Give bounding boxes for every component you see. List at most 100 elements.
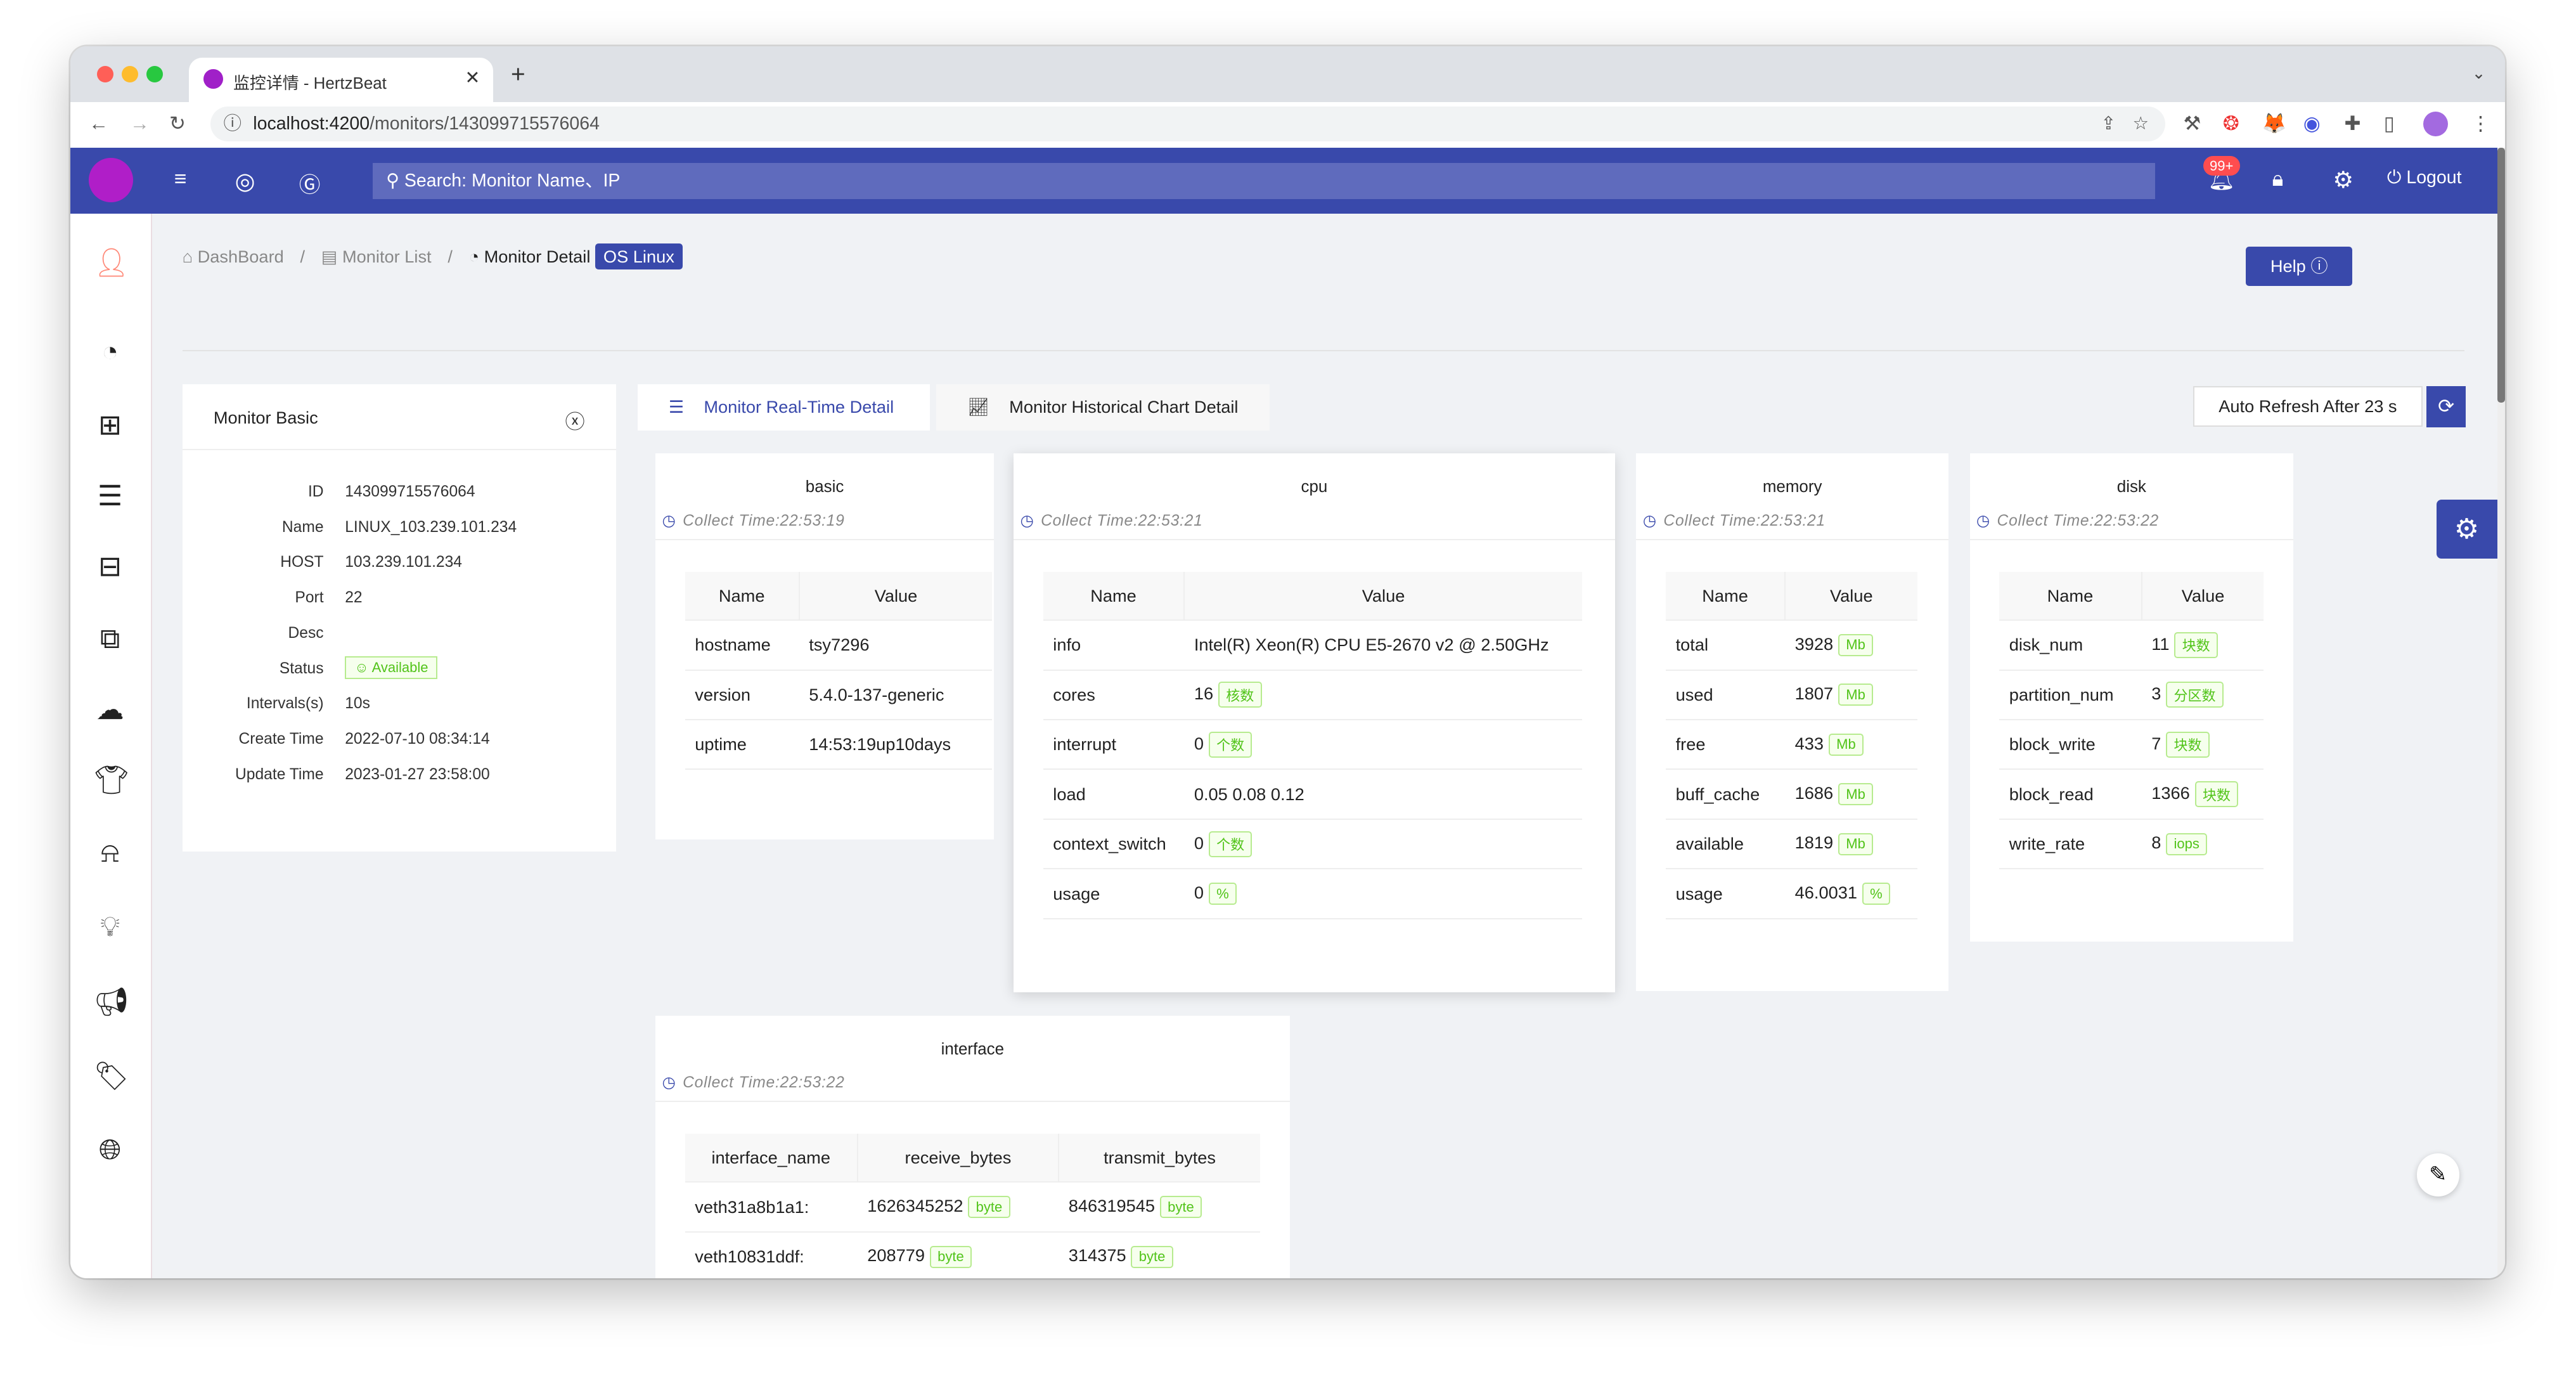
appstore-icon[interactable]: ⊞ <box>94 409 127 442</box>
metric-value: 846319545 <box>1068 1196 1155 1216</box>
column-header: Name <box>1666 571 1786 621</box>
forward-icon[interactable]: → <box>130 113 150 133</box>
menu-fold-icon[interactable]: ≡ <box>174 167 187 191</box>
user-avatar-icon[interactable]: 👤︎ <box>94 247 129 280</box>
metric-name: interrupt <box>1043 719 1185 770</box>
tab-real-time-detail[interactable]: ☰ Monitor Real-Time Detail <box>637 384 930 431</box>
logout-button[interactable]: ⏻ Logout <box>2387 167 2462 188</box>
hertzbeat-logo[interactable] <box>88 157 133 202</box>
reload-icon[interactable]: ↻ <box>169 113 186 133</box>
lock-icon[interactable]: 🔒︎ <box>2272 167 2283 191</box>
field-label: HOST <box>280 554 324 571</box>
extensions-puzzle-icon[interactable]: ✚ <box>2344 113 2360 133</box>
table-header-row: Name Value <box>1666 571 1917 621</box>
search-input[interactable]: ⚲ Search: Monitor Name、IP <box>373 162 2156 199</box>
column-header: Value <box>1784 571 1917 621</box>
metric-value-cell: Intel(R) Xeon(R) CPU E5-2670 v2 @ 2.50GH… <box>1184 620 1582 671</box>
column-header: Value <box>1183 571 1582 621</box>
theme-settings-button[interactable]: ⚙ <box>2436 499 2497 559</box>
tab-search-chevron-icon[interactable]: ⌄ <box>2472 64 2486 83</box>
breadcrumb: ⌂ DashBoard / ▤ Monitor List / ◔ Monitor… <box>183 243 683 269</box>
breadcrumb-dashboard[interactable]: ⌂ DashBoard <box>183 247 284 266</box>
cpu-metrics-card: cpu ◷ Collect Time:22:53:21 Name Value info In… <box>1014 453 1615 993</box>
bulb-icon[interactable]: 💡︎ <box>94 911 127 943</box>
settings-gear-icon[interactable]: ⚙ <box>2333 166 2354 193</box>
new-tab-button[interactable]: + <box>511 61 525 89</box>
breadcrumb-monitor-list[interactable]: ▤ Monitor List <box>321 247 432 266</box>
card-title: disk <box>2116 478 2146 496</box>
metric-value-cell: 0.05 0.08 0.12 <box>1184 769 1582 820</box>
profile-avatar[interactable] <box>2423 112 2448 137</box>
collect-time: ◷ Collect Time:22:53:21 <box>1643 511 1826 530</box>
close-circle-icon[interactable]: ⓧ <box>565 406 585 434</box>
close-window-button[interactable] <box>96 65 113 82</box>
collect-time: ◷ Collect Time:22:53:19 <box>662 511 844 530</box>
tab-historical-chart[interactable]: 📈︎ Monitor Historical Chart Detail <box>936 384 1270 431</box>
github-icon[interactable]: ◎ <box>235 167 255 195</box>
status-badge: ☺ Available <box>345 656 438 679</box>
field-row: Port 22 <box>183 586 616 612</box>
bookmark-star-icon[interactable]: ☆ <box>2133 107 2149 141</box>
table-row: disk_num 11 块数 <box>1999 620 2264 671</box>
cloud-icon[interactable]: ☁︎ <box>94 694 127 727</box>
maximize-window-button[interactable] <box>146 65 163 82</box>
field-label: ID <box>307 483 324 500</box>
collect-time-text: Collect Time:22:53:21 <box>1041 512 1203 530</box>
breadcrumb-separator: / <box>448 246 453 266</box>
minimize-window-button[interactable] <box>121 65 138 82</box>
field-row: Intervals(s) 10s <box>183 692 616 718</box>
unit-tag: 分区数 <box>2166 682 2224 708</box>
table-row: usage 0% <box>1043 869 1582 919</box>
dashboard-gauge-icon[interactable]: ◔ <box>94 335 127 368</box>
column-header: transmit_bytes <box>1058 1134 1260 1183</box>
extension-icon[interactable]: ❂ <box>2223 113 2239 133</box>
sidepanel-icon[interactable]: ▯ <box>2384 113 2395 133</box>
skin-icon[interactable]: 👕︎ <box>94 764 129 797</box>
field-row: Status ☺ Available <box>183 656 616 682</box>
share-icon[interactable]: ⇪ <box>2101 107 2116 141</box>
tab-label: Monitor Historical Chart Detail <box>1009 397 1239 417</box>
breadcrumb-label: Monitor List <box>342 246 432 266</box>
merge-icon[interactable]: ⧉ <box>94 623 127 656</box>
unit-tag: 核数 <box>1218 682 1262 708</box>
close-tab-icon[interactable]: ✕ <box>465 67 480 89</box>
table-row: block_write 7 块数 <box>1999 719 2264 770</box>
metamask-icon[interactable]: 🦊 <box>2262 113 2287 133</box>
global-icon[interactable]: 🌐︎ <box>94 1134 127 1167</box>
help-button[interactable]: Help ⓘ <box>2245 246 2353 286</box>
metric-value-cell: 0% <box>1184 869 1582 919</box>
url-field[interactable]: ⓘ localhost:4200/monitors/14309971557606… <box>210 107 2165 141</box>
refresh-button[interactable]: ⟳ <box>2426 386 2466 427</box>
magic-wand-icon[interactable]: ✎ <box>2416 1153 2459 1196</box>
tags-icon[interactable]: 🏷︎ <box>94 1060 129 1093</box>
table-row: hostname tsy7296 <box>685 620 993 671</box>
browser-menu-icon[interactable]: ⋮ <box>2471 113 2490 133</box>
metric-value-cell: 1819 Mb <box>1785 819 1917 870</box>
extension-icon[interactable]: ⚒ <box>2183 113 2201 133</box>
alert-icon[interactable]: ⍾ <box>94 836 127 869</box>
collect-time-text: Collect Time:22:53:21 <box>1663 512 1826 530</box>
metric-value-cell: 14:53:19up10days <box>799 719 993 770</box>
gitee-icon[interactable]: Ⓖ <box>299 167 321 198</box>
scrollbar[interactable] <box>2497 148 2506 1279</box>
notification-icon[interactable]: 📢︎ <box>94 986 129 1019</box>
site-info-icon[interactable]: ⓘ <box>223 113 242 134</box>
column-header: Name <box>685 571 799 621</box>
monitor-basic-card: Monitor Basic ⓧ ID 143099715576064 Name LIN… <box>182 384 616 852</box>
browser-tab[interactable]: 监控详情 - HertzBeat ✕ <box>189 57 493 102</box>
database-icon[interactable]: ☰ <box>94 480 127 513</box>
metrics-table: interface_name receive_bytes transmit_byte… <box>685 1134 1260 1279</box>
layout-icon[interactable]: ⊟ <box>94 550 127 583</box>
unit-tag: Mb <box>1838 833 1874 855</box>
metric-name: usage <box>1666 869 1786 919</box>
metric-name: load <box>1043 769 1185 820</box>
extension-icon[interactable]: ◉ <box>2303 113 2321 133</box>
interface-metrics-card: interface ◷ Collect Time:22:53:22 interface… <box>655 1015 1290 1279</box>
scrollbar-thumb[interactable] <box>2497 148 2506 403</box>
notification-badge: 99+ <box>2203 156 2240 176</box>
metric-value-cell: 46.0031% <box>1785 869 1917 919</box>
unit-tag: iops <box>2166 833 2208 855</box>
metric-value: 0 <box>1194 882 1204 902</box>
back-icon[interactable]: ← <box>89 113 108 133</box>
field-row: Create Time 2022-07-10 08:34:14 <box>183 727 616 753</box>
